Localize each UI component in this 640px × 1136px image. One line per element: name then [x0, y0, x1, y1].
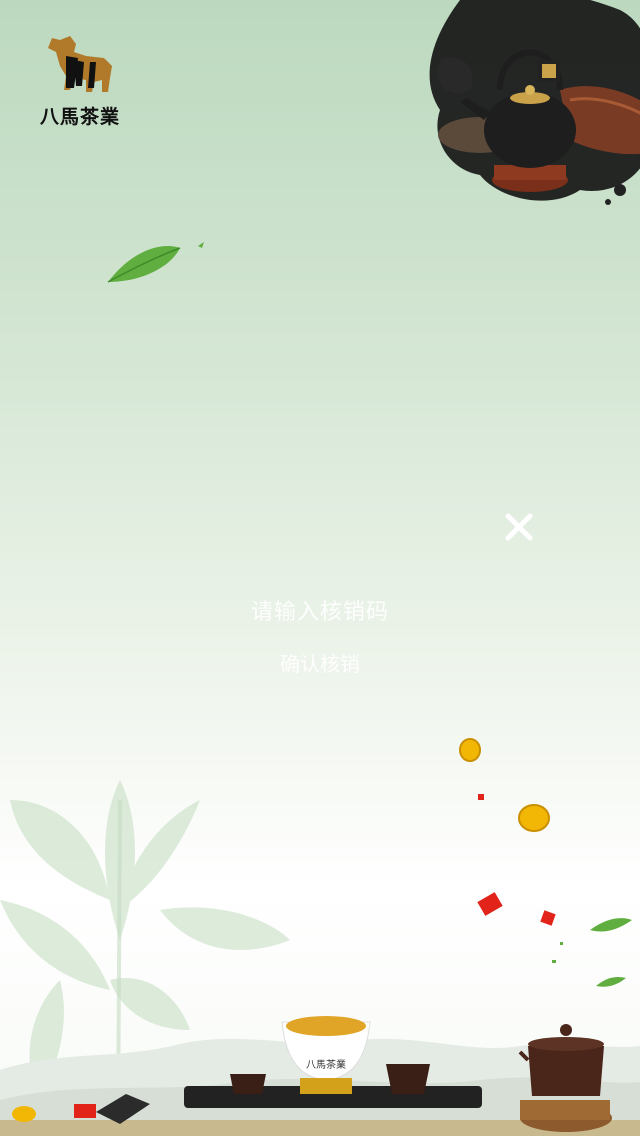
- cup-brand-label: 八馬茶業: [306, 1058, 346, 1071]
- leaf-icon: [107, 242, 204, 283]
- teapot-ink-illustration: [429, 0, 640, 205]
- coins-decoration: [459, 738, 632, 987]
- brand-name: 八馬茶業: [39, 106, 120, 128]
- tea-set-illustration: 八馬茶業: [12, 1016, 612, 1132]
- verification-code-prompt: 请输入核销码: [250, 600, 389, 625]
- confirm-verify-button[interactable]: 确认核销: [250, 646, 390, 682]
- close-icon[interactable]: [500, 508, 538, 546]
